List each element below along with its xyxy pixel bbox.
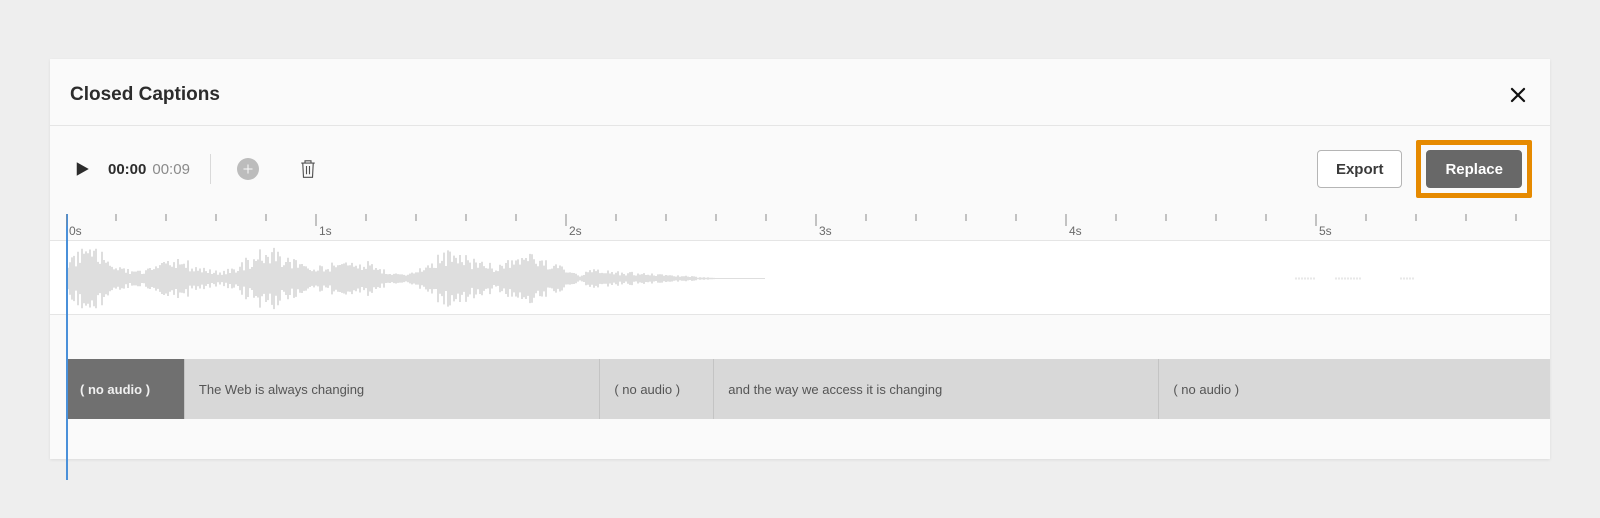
caption-segment[interactable]: and the way we access it is changing: [714, 359, 1159, 419]
add-caption-button[interactable]: [235, 156, 261, 182]
panel-title: Closed Captions: [70, 84, 220, 106]
timeline: 0s1s2s3s4s5s ( no audio )The Web is alwa…: [50, 214, 1550, 419]
timeline-gap: [50, 315, 1550, 359]
toolbar-left: 00:00 00:09: [70, 154, 321, 184]
timeline-ruler[interactable]: 0s1s2s3s4s5s: [50, 214, 1550, 240]
captions-track: ( no audio )The Web is always changing( …: [50, 359, 1550, 419]
play-icon: [73, 160, 91, 178]
export-button[interactable]: Export: [1317, 150, 1403, 188]
time-current: 00:00: [108, 161, 146, 178]
waveform[interactable]: [50, 240, 1550, 315]
play-button[interactable]: [70, 157, 94, 181]
close-button[interactable]: [1506, 83, 1530, 107]
caption-segment[interactable]: ( no audio ): [1159, 359, 1550, 419]
plus-icon: [237, 158, 259, 180]
toolbar-right: Export Replace: [1317, 140, 1532, 198]
replace-button[interactable]: Replace: [1426, 150, 1522, 188]
ruler-ticks: [66, 214, 1550, 240]
playhead[interactable]: [66, 214, 68, 480]
delete-caption-button[interactable]: [295, 156, 321, 182]
caption-segment[interactable]: The Web is always changing: [185, 359, 600, 419]
waveform-graphic: [66, 241, 1550, 315]
caption-segment[interactable]: ( no audio ): [66, 359, 185, 419]
panel-header: Closed Captions: [50, 83, 1550, 126]
time-total: 00:09: [152, 161, 190, 178]
toolbar: 00:00 00:09 Export Replace: [50, 126, 1550, 212]
caption-segment[interactable]: ( no audio ): [600, 359, 714, 419]
close-icon: [1509, 86, 1527, 104]
replace-button-highlight: Replace: [1416, 140, 1532, 198]
toolbar-divider: [210, 154, 211, 184]
trash-icon: [299, 158, 317, 180]
closed-captions-panel: Closed Captions 00:00 00:09: [50, 59, 1550, 459]
